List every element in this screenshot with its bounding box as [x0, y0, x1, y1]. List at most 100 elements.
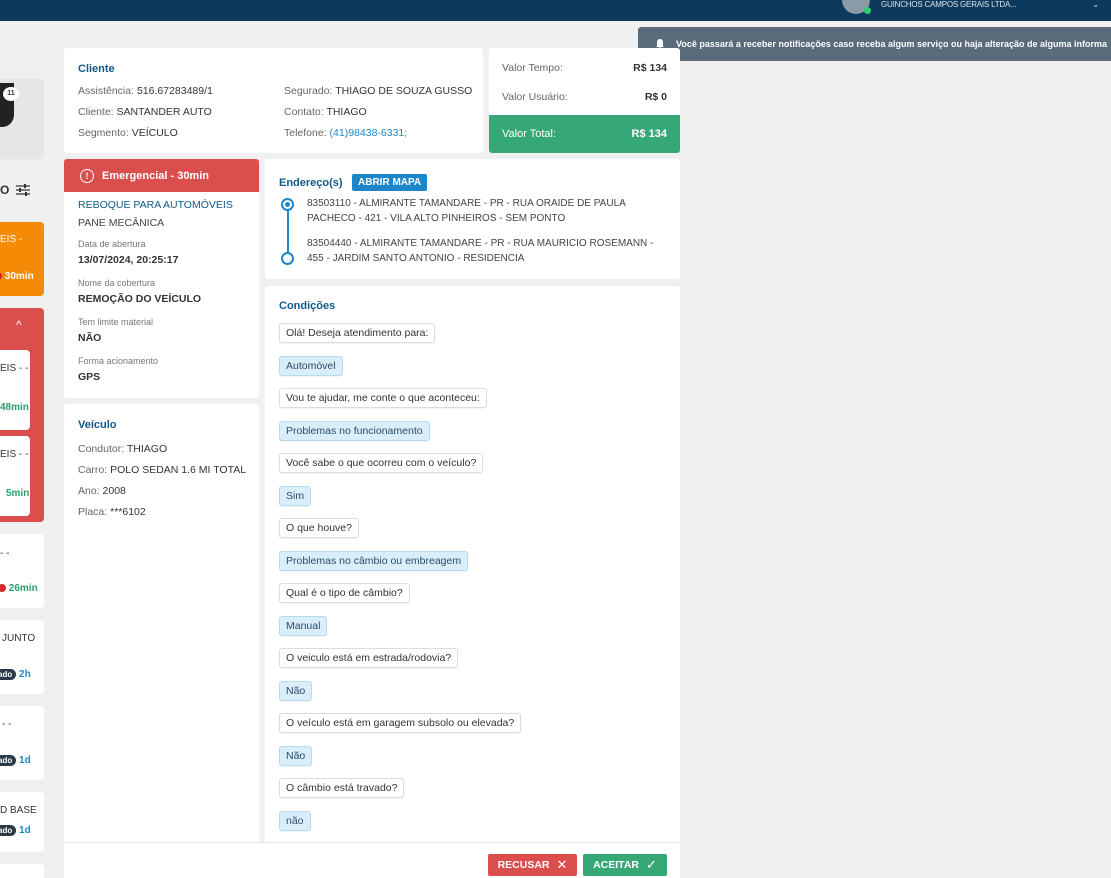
service-card-orange[interactable]: EIS - 30min: [0, 222, 44, 296]
client-card: Cliente Assistência: 516.67283489/1 Clie…: [64, 48, 483, 153]
filter-icon[interactable]: [15, 183, 31, 197]
status-pill: ado: [0, 825, 17, 836]
service-type: REBOQUE PARA AUTOMÓVEIS: [78, 199, 233, 211]
count-badge: 11: [3, 87, 19, 101]
segmento-value: VEÍCULO: [131, 127, 178, 139]
cliente-field: Cliente: SANTANDER AUTO: [78, 106, 212, 118]
destination-address: 83504440 - ALMIRANTE TAMANDARE - PR - RU…: [307, 238, 654, 264]
service-card-text: D BASE: [0, 805, 37, 816]
service-card[interactable]: D BASE ado 1d: [0, 792, 44, 852]
service-card-time: 1d: [19, 825, 31, 836]
accept-button[interactable]: ACEITAR ✓: [583, 854, 667, 876]
valor-total-row: Valor Total: R$ 134: [489, 115, 680, 153]
carro-value: POLO SEDAN 1.6 MI TOTAL: [110, 464, 247, 476]
valor-total-value: R$ 134: [631, 128, 667, 140]
telefone-field: Telefone: (41)98438-6331;: [284, 127, 407, 139]
destination-pin-icon: [281, 252, 294, 265]
service-card-time: 2h: [19, 669, 31, 680]
service-card-status-row: ado 1d: [0, 825, 31, 836]
origin-pin-icon: [281, 198, 294, 211]
alert-dot-icon: [0, 584, 6, 593]
service-card[interactable]: JUNTO ado 2h: [0, 620, 44, 694]
telefone-link[interactable]: (41)98438-6331;: [330, 127, 408, 139]
cliente-value: SANTANDER AUTO: [116, 106, 212, 118]
service-card[interactable]: - - 26min: [0, 534, 44, 608]
refuse-button-label: RECUSAR: [497, 859, 550, 871]
notification-text: Você passará a receber notificações caso…: [676, 39, 1108, 49]
service-card-text: EIS - -: [0, 363, 29, 374]
addresses-card: Endereço(s) ABRIR MAPA 83503110 - ALMIRA…: [265, 159, 680, 279]
valor-usuario-row: Valor Usuário: R$ 0: [502, 91, 667, 103]
answer-bubble: Problemas no câmbio ou embreagem: [279, 551, 469, 571]
opening-date-value: 13/07/2024, 20:25:17: [78, 254, 179, 266]
addresses-title: Endereço(s): [279, 177, 343, 189]
question-bubble: O que houve?: [279, 518, 359, 538]
company-name: GUINCHOS CAMPOS GERAIS LTDA...: [881, 0, 1017, 9]
assistencia-label: Assistência:: [78, 85, 135, 97]
valor-total-label: Valor Total:: [502, 128, 557, 140]
values-card: Valor Tempo: R$ 134 Valor Usuário: R$ 0 Va…: [489, 48, 680, 153]
question-bubble: O veículo está em garagem subsolo ou ele…: [279, 713, 522, 733]
vehicle-title: Veículo: [78, 419, 117, 431]
user-avatar[interactable]: [842, 0, 871, 14]
question-bubble: Qual é o tipo de câmbio?: [279, 583, 410, 603]
valor-tempo-value: R$ 134: [633, 62, 667, 74]
emergency-header: ! Emergencial - 30min: [64, 159, 259, 192]
service-group-red[interactable]: ^ EIS - - 48min EIS - - 5min: [0, 308, 44, 522]
refuse-button[interactable]: RECUSAR ✕: [488, 854, 577, 876]
telefone-label: Telefone:: [284, 127, 327, 139]
client-title: Cliente: [78, 63, 115, 75]
filter-label: O: [0, 183, 10, 197]
service-card-time: 5min: [6, 488, 30, 499]
service-details-card: ! Emergencial - 30min REBOQUE PARA AUTOMÓ…: [64, 159, 259, 398]
online-status-dot: [864, 7, 871, 14]
service-card[interactable]: - - ado 1d: [0, 706, 44, 780]
condutor-value: THIAGO: [126, 443, 168, 455]
emergency-header-text: Emergencial - 30min: [102, 169, 209, 182]
segurado-field: Segurado: THIAGO DE SOUZA GUSSO: [284, 85, 472, 97]
check-icon: ✓: [645, 857, 657, 872]
condutor-label: Condutor:: [78, 443, 125, 455]
chevron-up-icon[interactable]: ^: [16, 318, 22, 332]
ano-field: Ano: 2008: [78, 485, 126, 497]
service-card-text: - -: [0, 548, 10, 559]
alert-dot-icon: [0, 272, 2, 281]
carro-field: Carro: POLO SEDAN 1.6 MI TOTAL: [78, 464, 246, 476]
chevron-down-icon[interactable]: ⌄: [1092, 0, 1099, 9]
answer-bubble: Problemas no funcionamento: [279, 421, 430, 441]
service-card-time-row: 30min: [0, 271, 34, 282]
service-card-text: EIS -: [0, 234, 23, 245]
service-card[interactable]: EIS - - 5min: [0, 436, 30, 516]
notification-banner: Você passará a receber notificações caso…: [638, 27, 1111, 61]
service-card-time: 1d: [19, 755, 31, 766]
segurado-label: Segurado:: [284, 85, 333, 97]
valor-usuario-label: Valor Usuário:: [502, 91, 568, 103]
question-bubble: Vou te ajudar, me conte o que aconteceu:: [279, 388, 487, 408]
carro-label: Carro:: [78, 464, 108, 476]
service-list-sidebar: 11 s O EIS - 30min ^ EIS - - 48min EIS -…: [0, 0, 44, 878]
activation-method-value: GPS: [78, 371, 101, 383]
contato-label: Contato:: [284, 106, 324, 118]
service-card[interactable]: EIS - - 48min: [0, 350, 30, 430]
assistencia-field: Assistência: 516.67283489/1: [78, 85, 213, 97]
material-limit-label: Tem limite material: [78, 317, 154, 327]
placa-label: Placa:: [78, 506, 108, 518]
segmento-field: Segmento: VEÍCULO: [78, 127, 178, 139]
service-card-status-row: ado 1d: [0, 755, 31, 766]
coverage-value: REMOÇÃO DO VEÍCULO: [78, 293, 202, 305]
status-pill: ado: [0, 669, 17, 680]
service-card[interactable]: [0, 864, 44, 878]
assistencia-value: 516.67283489/1: [136, 85, 213, 97]
alert-circle-icon: !: [80, 168, 94, 183]
open-map-button[interactable]: ABRIR MAPA: [352, 174, 428, 191]
accept-button-label: ACEITAR: [593, 859, 639, 871]
conditions-card: Condições Olá! Deseja atendimento para: …: [265, 286, 680, 844]
answer-bubble: Manual: [279, 616, 328, 636]
user-summary-card: 11 s: [0, 79, 44, 159]
placa-value: ***6102: [110, 506, 146, 518]
service-card-time: 26min: [8, 583, 38, 594]
service-card-status-row: ado 2h: [0, 669, 31, 680]
contato-value: THIAGO: [326, 106, 367, 118]
top-bar: GUINCHOS CAMPOS GERAIS LTDA... ⌄: [0, 0, 1111, 21]
question-bubble: O veiculo está em estrada/rodovia?: [279, 648, 459, 668]
